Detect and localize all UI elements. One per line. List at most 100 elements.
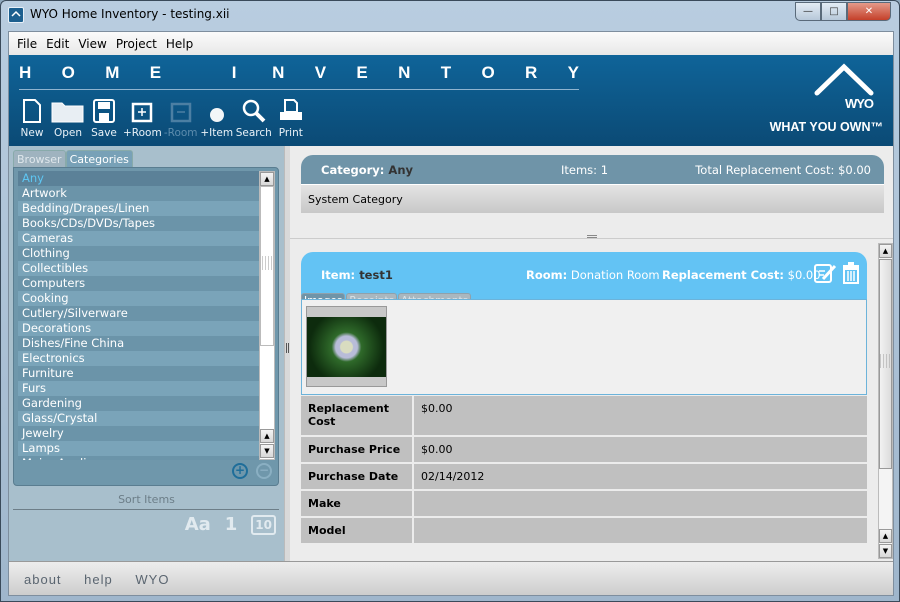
category-description: System Category: [301, 184, 884, 213]
scroll-down-button[interactable]: ▼: [260, 444, 274, 458]
property-row: Model: [301, 518, 867, 545]
brand-letter: M: [105, 63, 120, 82]
category-item[interactable]: Cutlery/Silverware: [18, 306, 260, 321]
category-item[interactable]: Decorations: [18, 321, 260, 336]
save-button[interactable]: Save: [87, 97, 121, 139]
category-item[interactable]: Clothing: [18, 246, 260, 261]
new-button[interactable]: New: [15, 97, 49, 139]
add-room-label: +Room: [123, 127, 162, 139]
print-label: Print: [278, 127, 303, 139]
category-item[interactable]: Electronics: [18, 351, 260, 366]
detail-scrollbar[interactable]: ▲ ▲ ▼: [878, 243, 893, 559]
minimize-button[interactable]: —: [795, 2, 821, 21]
sort-items-label: Sort Items: [118, 493, 175, 506]
category-item[interactable]: Gardening: [18, 396, 260, 411]
remove-category-button[interactable]: −: [256, 463, 272, 479]
property-key: Replacement Cost: [301, 396, 414, 435]
add-category-button[interactable]: +: [232, 463, 248, 479]
category-header: Category: Any Items: 1 Total Replacement…: [301, 155, 884, 184]
category-item[interactable]: Collectibles: [18, 261, 260, 276]
logo-tagline: WHAT YOU OWN™: [769, 120, 883, 134]
brand-letter: E: [149, 63, 162, 82]
category-item[interactable]: Lamps: [18, 441, 260, 456]
property-value[interactable]: 02/14/2012: [414, 464, 491, 489]
left-pane: Browser Categories Any Artwork Bedding/Dra…: [9, 146, 284, 561]
room-label: Room:: [526, 268, 568, 282]
sort-alpha-icon[interactable]: Aa: [185, 514, 211, 535]
category-item[interactable]: Books/CDs/DVDs/Tapes: [18, 216, 260, 231]
detail-scroll-down[interactable]: ▼: [879, 544, 892, 558]
brand-letter: R: [525, 63, 538, 82]
image-thumbnail[interactable]: [306, 306, 387, 387]
category-item[interactable]: Artwork: [18, 186, 260, 201]
property-key: Model: [301, 518, 414, 543]
category-item[interactable]: Major Appliances: [18, 456, 260, 460]
open-label: Open: [53, 127, 83, 139]
search-button[interactable]: Search: [236, 97, 272, 139]
category-scrollbar[interactable]: ▲ ▲ ▼: [259, 171, 275, 460]
toolbar: New Open Save +Room -Room +Item Search Print: [15, 97, 310, 139]
add-room-button[interactable]: +Room: [123, 97, 162, 139]
logo-mark: WYO: [844, 96, 874, 111]
menu-help[interactable]: Help: [166, 37, 193, 51]
close-button[interactable]: ✕: [847, 2, 891, 21]
menu-file[interactable]: File: [17, 37, 37, 51]
horizontal-splitter[interactable]: [290, 234, 893, 239]
property-value[interactable]: [414, 518, 428, 543]
category-item[interactable]: Computers: [18, 276, 260, 291]
remove-room-button[interactable]: -Room: [164, 97, 198, 139]
sort-number-icon[interactable]: 1: [225, 514, 238, 535]
category-item[interactable]: Cooking: [18, 291, 260, 306]
category-item[interactable]: Glass/Crystal: [18, 411, 260, 426]
category-item[interactable]: Jewelry: [18, 426, 260, 441]
footer-about-link[interactable]: about: [24, 572, 62, 587]
tab-categories[interactable]: Categories: [65, 150, 133, 168]
brand-letter: V: [314, 63, 327, 82]
tab-browser[interactable]: Browser: [13, 150, 66, 168]
properties-table: Replacement Cost $0.00 Purchase Price $0.00…: [301, 396, 867, 545]
property-value[interactable]: $0.00: [414, 396, 460, 435]
window-title: WYO Home Inventory - testing.xii: [30, 7, 230, 21]
brand-letter: H: [19, 63, 32, 82]
brand-letter: O: [481, 63, 495, 82]
flower-image: [307, 317, 386, 377]
app-window: WYO Home Inventory - testing.xii — □ ✕ F…: [0, 0, 900, 602]
category-label: Category:: [321, 163, 385, 177]
footer-wyo-link[interactable]: WYO: [135, 572, 169, 587]
detail-scroll-up[interactable]: ▲: [879, 244, 892, 258]
brand-underline: [19, 89, 579, 90]
maximize-button[interactable]: □: [821, 2, 847, 21]
add-item-button[interactable]: +Item: [200, 97, 234, 139]
category-item[interactable]: Furs: [18, 381, 260, 396]
category-item[interactable]: Furniture: [18, 366, 260, 381]
remove-room-icon: [170, 97, 192, 123]
edit-icon[interactable]: [813, 262, 837, 284]
property-row: Replacement Cost $0.00: [301, 396, 867, 437]
detail-scroll-up-lower[interactable]: ▲: [879, 529, 892, 543]
category-item[interactable]: Any: [18, 171, 260, 186]
property-value[interactable]: $0.00: [414, 437, 460, 462]
category-item[interactable]: Bedding/Drapes/Linen: [18, 201, 260, 216]
footer-help-link[interactable]: help: [84, 572, 113, 587]
property-key: Purchase Date: [301, 464, 414, 489]
scroll-up-button-lower[interactable]: ▲: [260, 429, 274, 443]
menu-edit[interactable]: Edit: [46, 37, 69, 51]
menu-project[interactable]: Project: [116, 37, 157, 51]
brand-letter: N: [272, 63, 285, 82]
open-button[interactable]: Open: [51, 97, 85, 139]
scroll-up-button[interactable]: ▲: [260, 172, 274, 186]
category-item[interactable]: Dishes/Fine China: [18, 336, 260, 351]
property-value[interactable]: [414, 491, 428, 516]
total-replacement-cost: Total Replacement Cost: $0.00: [695, 163, 871, 177]
sort-date-icon[interactable]: 10: [251, 514, 276, 535]
new-document-icon: [22, 97, 42, 123]
print-button[interactable]: Print: [274, 97, 308, 139]
trash-icon[interactable]: [841, 262, 861, 284]
menu-view[interactable]: View: [78, 37, 106, 51]
house-roof-icon: [814, 63, 874, 96]
detail-scroll-grip: [880, 354, 890, 368]
brand-title: HOMEINVENTORY: [19, 63, 579, 83]
add-room-icon: [131, 97, 153, 123]
property-key: Purchase Price: [301, 437, 414, 462]
category-item[interactable]: Cameras: [18, 231, 260, 246]
